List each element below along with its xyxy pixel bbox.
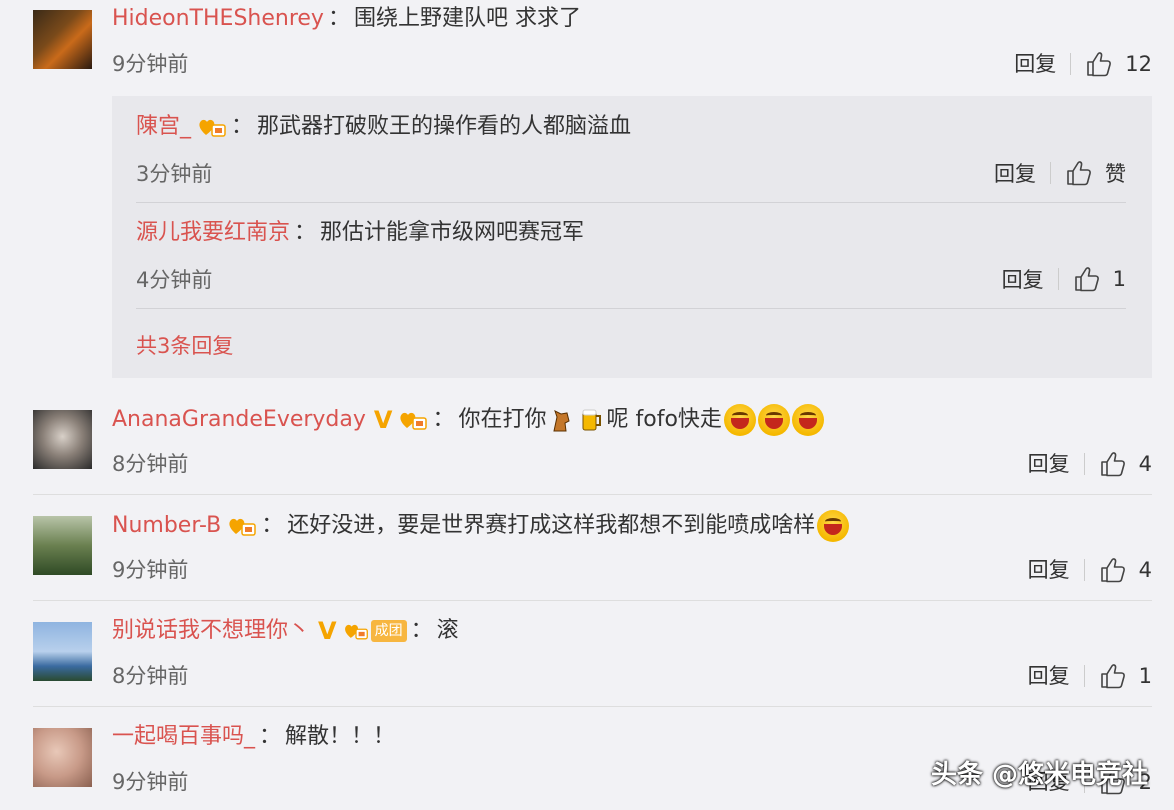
timestamp: 9分钟前 [112, 52, 189, 76]
username[interactable]: 陳宫_ [136, 112, 191, 142]
username[interactable]: AnanaGrandeEveryday [112, 405, 366, 435]
timestamp: 9分钟前 [112, 770, 189, 794]
colon-separator: ： [294, 220, 317, 245]
divider [1050, 162, 1051, 184]
comment-text: 解散！！！ [285, 724, 396, 749]
timestamp: 3分钟前 [136, 162, 213, 186]
fan-badge-icon [343, 619, 369, 643]
comment-actions: 回复 4 [1028, 450, 1152, 478]
divider [33, 706, 1152, 707]
comment-actions: 回复 1 [1028, 662, 1152, 690]
laughing-emoji-icon [723, 404, 756, 436]
verified-v-icon: V [318, 617, 337, 645]
comment-text: 滚 [436, 618, 459, 643]
colon-separator: ： [259, 724, 282, 749]
reply-actions: 回复 1 [1002, 264, 1126, 294]
divider [136, 202, 1126, 203]
comment-text: 还好没进，要是世界赛打成这样我都想不到能喷成啥样 [287, 513, 816, 538]
colon-separator: ： [432, 407, 455, 432]
like-count: 12 [1125, 52, 1152, 76]
divider [1083, 665, 1085, 687]
thumbs-up-icon[interactable] [1085, 50, 1113, 78]
fan-badge-icon [227, 514, 257, 538]
reply-button[interactable]: 回复 [1028, 662, 1070, 690]
comment-text: 围绕上野建队吧 求求了 [353, 6, 581, 31]
thumbs-up-icon[interactable] [1073, 265, 1101, 293]
verified-v-icon: V [373, 406, 393, 434]
laughing-emoji-icon [757, 404, 790, 436]
comment-actions: 回复 4 [1028, 556, 1152, 584]
comment-actions: 回复 12 [1014, 50, 1152, 78]
timestamp: 4分钟前 [136, 268, 213, 292]
like-count: 1 [1112, 267, 1126, 291]
username[interactable]: HideonTHEShenrey [112, 4, 324, 34]
divider [33, 494, 1152, 495]
like-count: 1 [1138, 664, 1152, 688]
comment-text-part: 呢 fofo快走 [606, 407, 722, 432]
colon-separator: ： [231, 114, 254, 139]
reply-text: 那估计能拿市级网吧赛冠军 [320, 220, 585, 245]
timestamp: 9分钟前 [112, 558, 189, 582]
reply-text: 那武器打破败王的操作看的人都脑溢血 [257, 114, 632, 139]
username[interactable]: 源儿我要红南京 [136, 218, 290, 248]
divider [1070, 53, 1072, 75]
thumbs-up-icon[interactable] [1099, 450, 1127, 478]
thumbs-up-icon[interactable] [1065, 159, 1093, 187]
avatar[interactable] [33, 10, 92, 69]
avatar[interactable] [33, 728, 92, 787]
laughing-emoji-icon [791, 404, 824, 436]
beer-emoji-icon [582, 409, 601, 431]
avatar[interactable] [33, 622, 92, 681]
watermark: 头条 @悠米电竞社 [930, 760, 1148, 790]
more-replies-link[interactable]: 共3条回复 [136, 330, 233, 360]
fan-badge-icon [398, 408, 428, 432]
timestamp: 8分钟前 [112, 452, 189, 476]
divider [1083, 453, 1085, 475]
timestamp: 8分钟前 [112, 664, 189, 688]
colon-separator: ： [261, 513, 284, 538]
thumbs-up-icon[interactable] [1099, 556, 1127, 584]
fan-group-badge: 成团 [370, 620, 407, 642]
colon-separator: ： [327, 6, 350, 31]
divider [1057, 268, 1059, 290]
reply-button[interactable]: 回复 [1002, 264, 1044, 294]
avatar[interactable] [33, 516, 92, 575]
reply-button[interactable]: 回复 [1028, 450, 1070, 478]
like-count: 4 [1138, 558, 1152, 582]
like-count: 4 [1138, 452, 1152, 476]
reply-button[interactable]: 回复 [1028, 556, 1070, 584]
username[interactable]: 别说话我不想理你丶 [112, 616, 310, 646]
reply-actions: 回复 赞 [994, 158, 1126, 188]
divider [33, 600, 1152, 601]
fan-badge-icon [197, 115, 227, 139]
laughing-emoji-icon [817, 510, 850, 542]
colon-separator: ： [410, 618, 433, 643]
thumbs-up-icon[interactable] [1099, 662, 1127, 690]
divider [1083, 559, 1085, 581]
reply-button[interactable]: 回复 [994, 158, 1036, 188]
avatar[interactable] [33, 410, 92, 469]
username[interactable]: Number-B [112, 511, 221, 541]
reply-button[interactable]: 回复 [1014, 50, 1056, 78]
username[interactable]: 一起喝百事吗_ [112, 722, 255, 752]
like-count: 赞 [1105, 162, 1126, 186]
divider [136, 308, 1126, 309]
reply-thread: 陳宫_ ： 那武器打破败王的操作看的人都脑溢血 3分钟前 回复 赞 源儿我要红南… [112, 96, 1152, 378]
horse-emoji-icon [552, 410, 570, 432]
comment-text-part: 你在打你 [458, 407, 547, 432]
